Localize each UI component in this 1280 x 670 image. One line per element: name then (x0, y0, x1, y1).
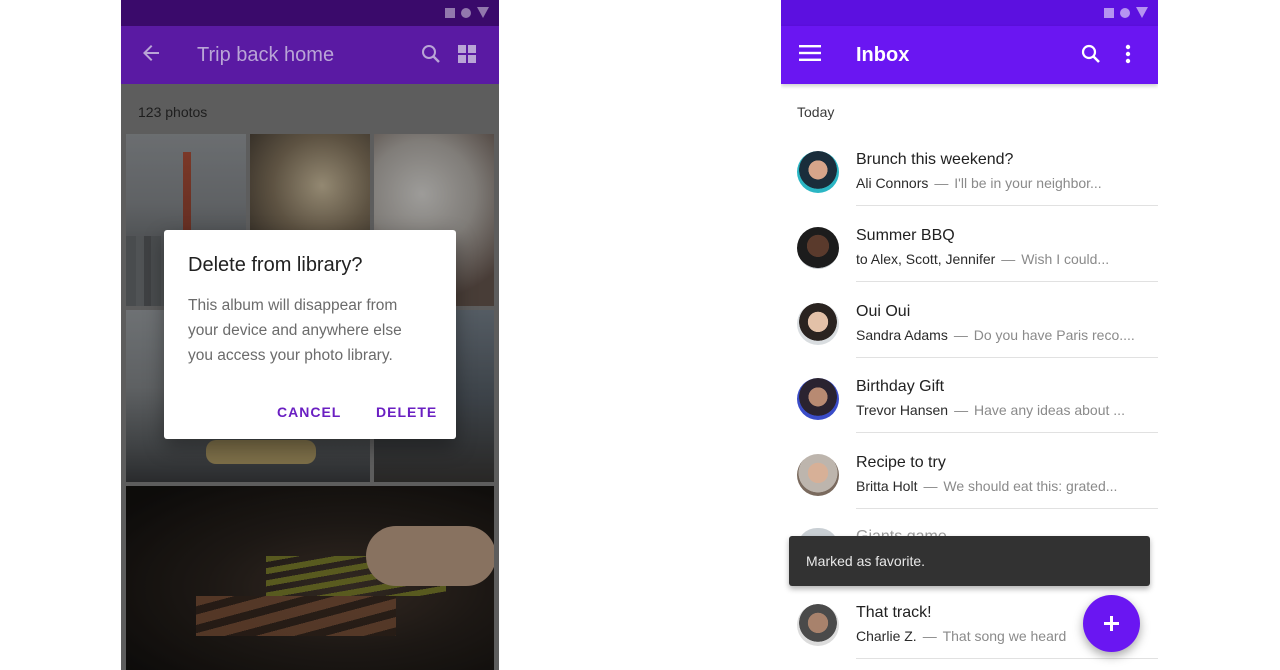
battery-icon (1104, 7, 1114, 18)
mail-sender: Charlie Z. (856, 628, 917, 644)
mail-sender: to Alex, Scott, Jennifer (856, 251, 996, 267)
section-header-today: Today (797, 104, 835, 120)
dialog-body: This album will disappear from your devi… (188, 293, 438, 368)
mail-subject: Recipe to try (856, 454, 946, 471)
add-icon (1110, 616, 1113, 631)
avatar (797, 604, 839, 646)
cancel-button[interactable]: CANCEL (277, 404, 341, 420)
mail-meta: Ali Connors — I'll be in your neighbor... (856, 175, 1102, 191)
status-bar (781, 0, 1158, 26)
mail-meta: Charlie Z. — That song we heard (856, 628, 1066, 644)
mail-sender: Trevor Hansen (856, 402, 949, 418)
dialog-title: Delete from library? (188, 254, 363, 276)
list-item[interactable]: Summer BBQ to Alex, Scott, Jennifer — Wis… (781, 219, 1158, 294)
arrow-back-icon[interactable] (139, 41, 163, 65)
search-icon[interactable] (1079, 42, 1103, 66)
avatar (797, 151, 839, 193)
dialog-body-line: This album will disappear from (188, 297, 398, 314)
divider (856, 508, 1158, 509)
more-vert-icon[interactable] (1123, 43, 1133, 65)
mail-subject: That track! (856, 604, 932, 621)
inbox-screen: Inbox Today Brunch this weekend? Ali Con… (781, 0, 1158, 670)
search-icon[interactable] (419, 42, 443, 66)
list-item[interactable]: Birthday Gift Trevor Hansen — Have any id… (781, 370, 1158, 445)
mail-preview: Do you have Paris reco.... (973, 327, 1135, 343)
avatar (797, 454, 839, 496)
compose-fab[interactable] (1083, 595, 1140, 652)
album-title: Trip back home (197, 44, 335, 66)
mail-dash: — (1001, 251, 1016, 267)
signal-icon (1136, 7, 1148, 18)
divider (856, 357, 1158, 358)
avatar (797, 378, 839, 420)
list-item[interactable]: Oui Oui Sandra Adams — Do you have Paris … (781, 295, 1158, 370)
delete-button[interactable]: DELETE (376, 404, 437, 420)
snackbar-message: Marked as favorite. (806, 553, 926, 569)
mail-meta: Britta Holt — We should eat this: grated.… (856, 478, 1117, 494)
mail-subject: Oui Oui (856, 303, 911, 320)
divider (856, 658, 1158, 659)
mail-sender: Ali Connors (856, 175, 929, 191)
grid-view-icon[interactable] (457, 44, 477, 64)
mail-preview: That song we heard (942, 628, 1067, 644)
mail-preview: I'll be in your neighbor... (954, 175, 1102, 191)
list-item[interactable]: Recipe to try Britta Holt — We should eat… (781, 446, 1158, 521)
avatar (797, 227, 839, 269)
mail-dash: — (954, 402, 969, 418)
list-item[interactable]: Brunch this weekend? Ali Connors — I'll b… (781, 143, 1158, 218)
divider (856, 281, 1158, 282)
mail-preview: Have any ideas about ... (973, 402, 1125, 418)
mail-dash: — (922, 628, 937, 644)
mail-subject: Brunch this weekend? (856, 151, 1014, 168)
dialog-body-line: you access your photo library. (188, 347, 393, 364)
dialog-body-line: your device and anywhere else (188, 322, 402, 339)
mail-meta: Sandra Adams — Do you have Paris reco.... (856, 327, 1135, 343)
mail-sender: Sandra Adams (856, 327, 948, 343)
mail-dash: — (934, 175, 949, 191)
mail-dash: — (953, 327, 968, 343)
delete-dialog: Delete from library? This album will dis… (164, 230, 456, 439)
mail-sender: Britta Holt (856, 478, 918, 494)
status-bar (121, 0, 499, 26)
mail-subject: Birthday Gift (856, 378, 945, 395)
photos-screen: 123 photos Trip back home Delete from li… (121, 0, 499, 670)
mail-dash: — (923, 478, 938, 494)
mail-meta: to Alex, Scott, Jennifer — Wish I could..… (856, 251, 1109, 267)
inbox-title: Inbox (856, 44, 910, 66)
wifi-icon (1120, 7, 1130, 18)
menu-icon[interactable] (799, 44, 821, 62)
mail-preview: Wish I could... (1021, 251, 1110, 267)
divider (856, 205, 1158, 206)
battery-icon (445, 7, 455, 18)
snackbar: Marked as favorite. (789, 536, 1150, 586)
signal-icon (477, 7, 489, 18)
divider (856, 432, 1158, 433)
mail-preview: We should eat this: grated... (943, 478, 1118, 494)
mail-meta: Trevor Hansen — Have any ideas about ... (856, 402, 1125, 418)
mail-subject: Summer BBQ (856, 227, 955, 244)
avatar (797, 303, 839, 345)
wifi-icon (461, 7, 471, 18)
